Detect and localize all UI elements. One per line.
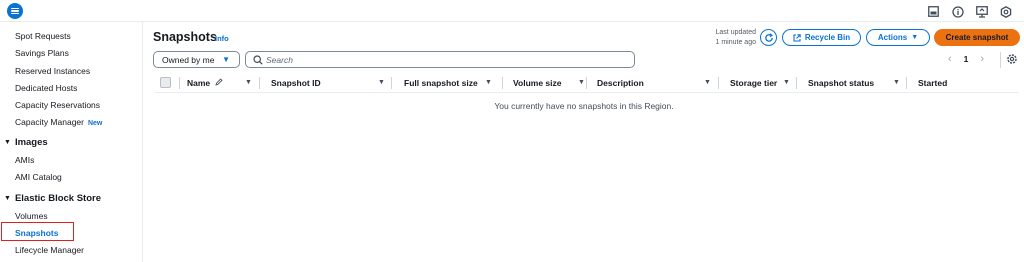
- column-header-volume-size[interactable]: Volume size: [513, 78, 562, 88]
- create-snapshot-button[interactable]: Create snapshot: [934, 29, 1020, 46]
- column-header-snapshot-id[interactable]: Snapshot ID: [271, 78, 321, 88]
- sort-icon[interactable]: ▼: [893, 79, 900, 86]
- divider: [1000, 52, 1001, 68]
- recycle-bin-button[interactable]: Recycle Bin: [782, 29, 861, 46]
- settings-gear-icon[interactable]: [999, 5, 1012, 18]
- page-number[interactable]: 1: [964, 54, 969, 64]
- sidebar-item-amis[interactable]: AMIs: [15, 155, 34, 165]
- hamburger-menu-icon[interactable]: [7, 3, 23, 19]
- sidebar-item-ami-catalog[interactable]: AMI Catalog: [15, 172, 62, 182]
- column-divider: [391, 77, 392, 89]
- owned-by-value: Owned by me: [162, 54, 215, 65]
- table-header: Name ▼ Snapshot ID ▼ Full snapshot size …: [155, 73, 1019, 93]
- sort-icon[interactable]: ▼: [704, 79, 711, 86]
- column-header-storage-tier[interactable]: Storage tier: [730, 78, 777, 88]
- column-header-description[interactable]: Description: [597, 78, 644, 88]
- info-circle-icon[interactable]: [951, 5, 964, 18]
- section-ebs-title: Elastic Block Store: [14, 193, 101, 204]
- select-all-checkbox[interactable]: [160, 77, 171, 88]
- owned-by-select[interactable]: Owned by me ▼: [153, 51, 240, 68]
- column-divider: [586, 77, 587, 89]
- notifications-icon[interactable]: [975, 5, 988, 18]
- column-header-started[interactable]: Started: [918, 78, 947, 88]
- sidebar-item-capacity-reservations[interactable]: Capacity Reservations: [15, 100, 100, 110]
- previous-page-icon[interactable]: ‹: [948, 53, 952, 65]
- recycle-bin-label: Recycle Bin: [804, 33, 851, 42]
- sort-icon[interactable]: ▼: [783, 79, 790, 86]
- sort-icon[interactable]: ▼: [245, 79, 252, 86]
- empty-table-message: You currently have no snapshots in this …: [494, 101, 674, 111]
- caret-down-icon: ▼: [911, 34, 919, 41]
- search-icon: [253, 55, 263, 65]
- column-divider: [502, 77, 503, 89]
- external-link-icon: [793, 33, 801, 42]
- last-updated-time: 1 minute ago: [715, 38, 756, 46]
- page-title: Snapshots: [153, 30, 217, 44]
- sidebar-item-volumes[interactable]: Volumes: [15, 211, 48, 221]
- last-updated: Last updated 1 minute ago: [694, 28, 756, 47]
- sidebar-item-spot-requests[interactable]: Spot Requests: [15, 31, 71, 41]
- sidebar-item-savings-plans[interactable]: Savings Plans: [15, 48, 69, 58]
- sidebar-item-label: Capacity Manager: [15, 117, 84, 127]
- sidebar-item-capacity-manager[interactable]: Capacity Manager New: [15, 117, 102, 127]
- section-elastic-block-store[interactable]: ▼ Elastic Block Store: [4, 193, 101, 204]
- caret-down-icon: ▼: [4, 195, 11, 202]
- column-header-name[interactable]: Name: [187, 78, 223, 88]
- last-updated-label: Last updated: [715, 29, 756, 36]
- actions-label: Actions: [877, 33, 908, 42]
- caret-down-icon: ▼: [222, 55, 230, 64]
- column-divider: [259, 77, 260, 89]
- search-input[interactable]: Search: [245, 51, 635, 68]
- column-header-label: Name: [187, 78, 211, 88]
- column-divider: [179, 77, 180, 89]
- pencil-icon: [214, 78, 223, 86]
- top-icons: [927, 5, 1012, 18]
- sidebar-item-dedicated-hosts[interactable]: Dedicated Hosts: [15, 83, 77, 93]
- sort-icon[interactable]: ▼: [378, 79, 385, 86]
- cloudshell-icon[interactable]: [927, 5, 940, 18]
- column-divider: [796, 77, 797, 89]
- refresh-button[interactable]: [760, 29, 777, 46]
- main-content: Snapshots Info Last updated 1 minute ago…: [144, 22, 1024, 262]
- sort-icon[interactable]: ▼: [485, 79, 492, 86]
- section-images[interactable]: ▼ Images: [4, 137, 48, 148]
- column-divider: [718, 77, 719, 89]
- info-link[interactable]: Info: [215, 34, 229, 43]
- column-header-full-snapshot-size[interactable]: Full snapshot size: [404, 78, 478, 88]
- pagination: ‹ 1 ›: [948, 53, 984, 65]
- section-images-title: Images: [14, 137, 48, 148]
- sidebar: Spot Requests Savings Plans Reserved Ins…: [0, 22, 143, 262]
- preferences-gear-icon[interactable]: [1006, 53, 1018, 65]
- sort-icon[interactable]: ▼: [578, 79, 585, 86]
- next-page-icon[interactable]: ›: [980, 53, 984, 65]
- search-placeholder: Search: [266, 54, 293, 65]
- sidebar-item-reserved-instances[interactable]: Reserved Instances: [15, 66, 90, 76]
- actions-dropdown[interactable]: Actions ▼: [866, 29, 930, 46]
- top-bar: [0, 0, 1024, 22]
- sidebar-item-lifecycle-manager[interactable]: Lifecycle Manager: [15, 245, 84, 255]
- new-badge: New: [87, 120, 103, 127]
- column-header-snapshot-status[interactable]: Snapshot status: [808, 78, 874, 88]
- refresh-icon: [764, 32, 773, 42]
- caret-down-icon: ▼: [4, 139, 11, 146]
- column-divider: [906, 77, 907, 89]
- highlight-box: [1, 222, 74, 241]
